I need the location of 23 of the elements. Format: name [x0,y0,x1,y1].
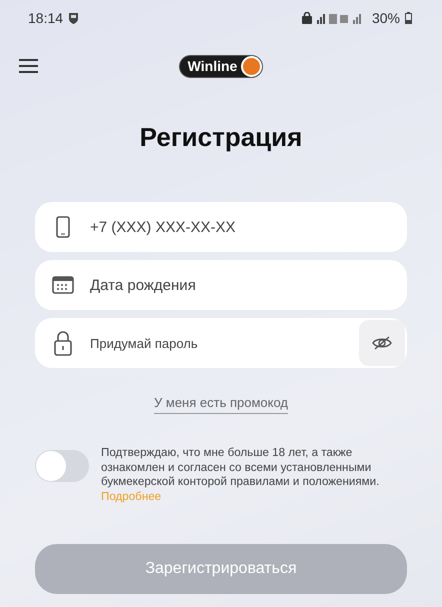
text-input[interactable]: +7 (XXX) XXX-XX-XX [88,218,407,236]
phone-icon [56,216,70,238]
menu-icon[interactable] [19,59,38,73]
show-password-button[interactable] [359,320,405,366]
shield-icon [68,12,80,24]
input-field[interactable]: Дата рождения [35,260,407,310]
calendar-icon [52,276,74,294]
more-link[interactable]: Подробнее [101,490,162,502]
input-field[interactable]: +7 (XXX) XXX-XX-XX [35,202,407,252]
page-title: Регистрация [138,122,304,154]
logo: Winline [178,54,264,78]
battery-icon [405,12,412,24]
input-field[interactable]: Придумай пароль [35,318,407,368]
status-time: 18:14 [28,10,64,26]
lock-icon [54,330,72,356]
toggle-switch[interactable] [35,450,89,482]
battery-level: 30% [372,10,400,26]
consent-text: Подтверждаю, что мне больше 18 лет, а также ознакомлен и согласен со всеми установленными букмекерской конторой правилами и положениями. Подробнее [101,446,380,504]
lock-icon [302,12,312,24]
eye-crossed-icon [372,336,392,350]
promo-code-link[interactable]: У меня есть промокод [154,395,288,414]
text-input[interactable]: Дата рождения [88,276,407,294]
text-input[interactable]: Придумай пароль [88,334,345,352]
